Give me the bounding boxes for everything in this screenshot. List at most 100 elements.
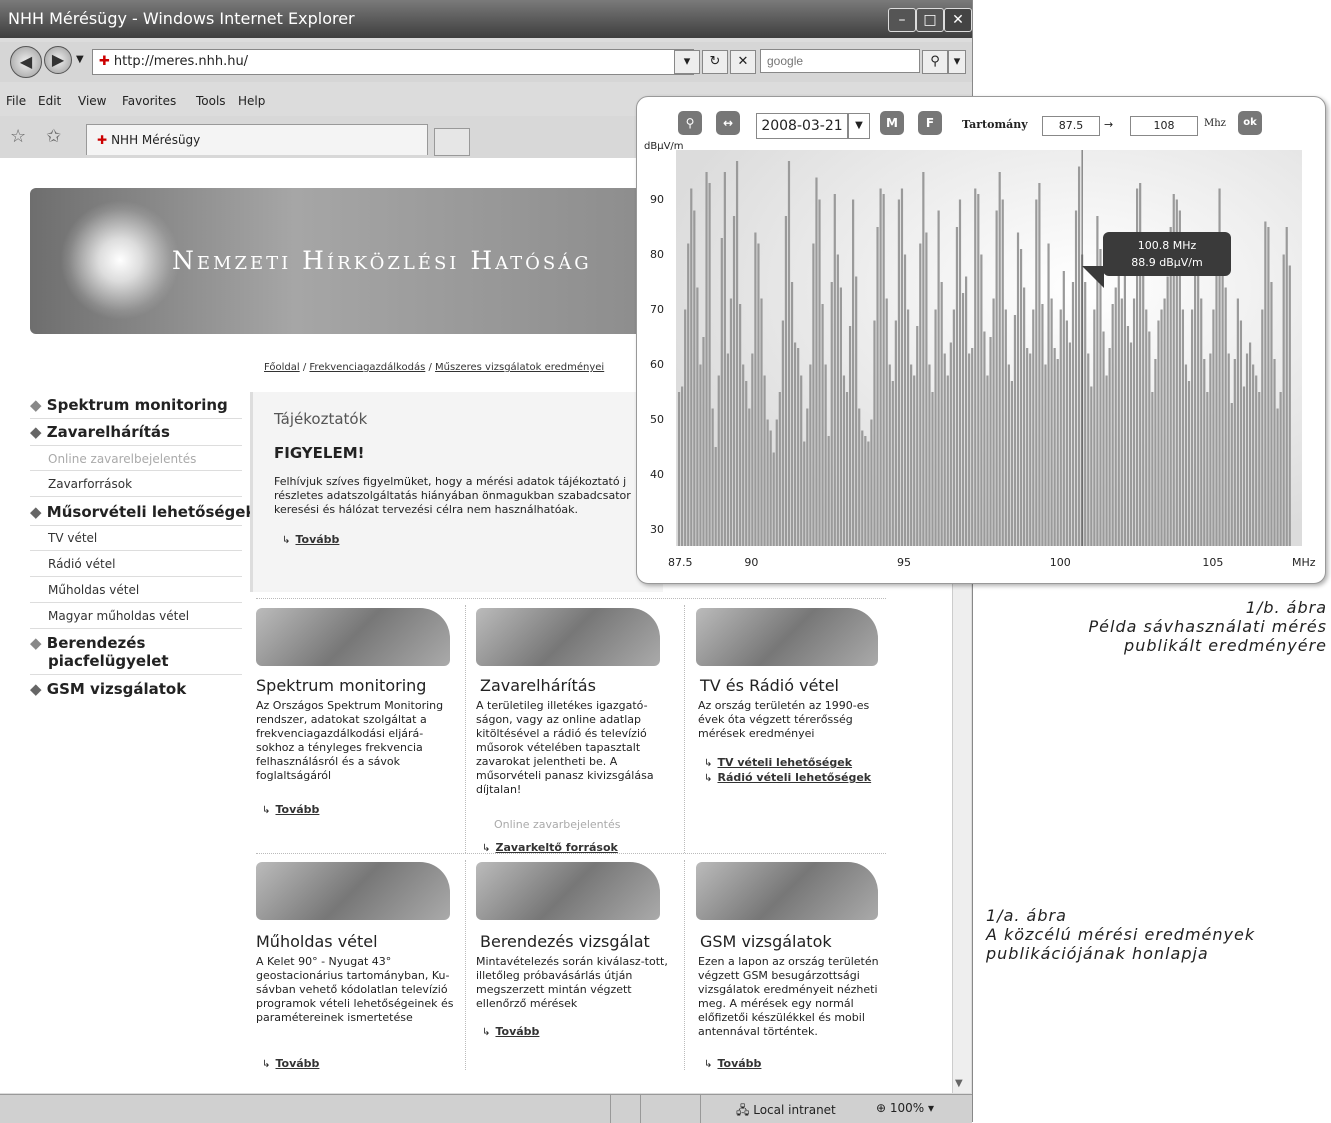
menu-tools[interactable]: Tools: [196, 94, 226, 108]
stop-button[interactable]: ✕: [730, 50, 756, 74]
spectrum-bar[interactable]: [910, 364, 913, 547]
spectrum-bar[interactable]: [739, 304, 742, 546]
tab-nhh-meresugy[interactable]: ✚ NHH Mérésügy: [86, 124, 428, 155]
scroll-down-icon[interactable]: ▼: [955, 1078, 963, 1089]
spectrum-bar[interactable]: [784, 216, 788, 546]
spectrum-bar[interactable]: [1013, 315, 1017, 546]
spectrum-bar[interactable]: [1230, 403, 1233, 546]
address-dropdown-icon[interactable]: ▾: [674, 50, 700, 74]
spectrum-bar[interactable]: [1102, 331, 1105, 547]
spectrum-bar[interactable]: [906, 309, 910, 547]
spectrum-bar[interactable]: [1062, 271, 1065, 546]
spectrum-bar[interactable]: [842, 375, 846, 547]
new-tab-button[interactable]: [434, 128, 470, 156]
sidebar-item-zavarelharitas[interactable]: ◆ Zavarelhárítás: [30, 423, 170, 441]
spectrum-bar[interactable]: [772, 452, 775, 547]
spectrum-bar[interactable]: [940, 282, 943, 546]
spectrum-bar[interactable]: [845, 392, 849, 546]
spectrum-bar[interactable]: [836, 254, 839, 547]
spectrum-bar[interactable]: [1206, 392, 1209, 546]
spectrum-bar[interactable]: [1074, 210, 1078, 547]
spectrum-bar[interactable]: [821, 304, 824, 546]
spectrum-bar[interactable]: [922, 172, 925, 546]
spectrum-bar[interactable]: [824, 364, 827, 547]
address-bar[interactable]: ✚ http://meres.nhh.hu/: [92, 49, 694, 75]
spectrum-bar[interactable]: [809, 364, 812, 547]
spectrum-bar[interactable]: [1001, 199, 1004, 547]
spectrum-bar[interactable]: [1126, 326, 1130, 546]
spectrum-bar[interactable]: [757, 243, 760, 547]
spectrum-bar[interactable]: [1252, 364, 1255, 547]
card-title-muholdas[interactable]: Műholdas vétel: [256, 932, 378, 951]
spectrum-bar[interactable]: [1145, 309, 1148, 547]
spectrum-bar[interactable]: [971, 348, 974, 546]
spectrum-bar[interactable]: [1239, 320, 1243, 547]
sidebar-item-magyar-muholdas[interactable]: Magyar műholdas vétel: [48, 609, 189, 623]
ok-button[interactable]: ok: [1238, 111, 1262, 135]
spectrum-bar[interactable]: [699, 364, 702, 547]
spectrum-bar[interactable]: [690, 188, 693, 547]
menu-favorites[interactable]: Favorites: [122, 94, 176, 108]
spectrum-bar[interactable]: [1270, 282, 1273, 546]
spectrum-bar[interactable]: [961, 293, 965, 546]
spectrum-bar[interactable]: [1197, 254, 1200, 547]
card-link-spektrum[interactable]: ↳ Tovább: [262, 798, 319, 817]
spectrum-bar[interactable]: [714, 447, 717, 546]
spectrum-bar[interactable]: [717, 375, 720, 547]
spectrum-bar[interactable]: [766, 419, 769, 547]
spectrum-bar[interactable]: [1264, 221, 1267, 547]
spectrum-bar[interactable]: [1215, 254, 1218, 547]
spectrum-bar[interactable]: [1010, 381, 1013, 546]
spectrum-bar[interactable]: [760, 298, 763, 547]
spectrum-bar[interactable]: [781, 320, 784, 547]
date-field[interactable]: 2008-03-21: [756, 113, 848, 139]
spectrum-bar[interactable]: [903, 254, 907, 547]
spectrum-bar[interactable]: [1276, 408, 1279, 547]
spectrum-bar[interactable]: [1087, 353, 1090, 547]
spectrum-bar[interactable]: [1224, 287, 1227, 547]
spectrum-bar[interactable]: [1065, 320, 1068, 547]
spectrum-bar[interactable]: [1236, 298, 1239, 547]
spectrum-bar[interactable]: [745, 381, 748, 546]
spectrum-bar[interactable]: [1050, 298, 1053, 547]
sidebar-item-zavarforrasok[interactable]: Zavarforrások: [48, 477, 132, 491]
spectrum-bar[interactable]: [1157, 320, 1160, 547]
spectrum-bar[interactable]: [803, 441, 806, 547]
spectrum-bar[interactable]: [787, 161, 791, 546]
spectrum-bar[interactable]: [806, 408, 809, 547]
spectrum-bar[interactable]: [1023, 287, 1026, 547]
spectrum-bar[interactable]: [1111, 304, 1114, 546]
spectrum-bar[interactable]: [1068, 342, 1072, 547]
spectrum-bar[interactable]: [949, 342, 952, 547]
sidebar-item-radio-vetel[interactable]: Rádió vétel: [48, 557, 115, 571]
add-favorite-icon[interactable]: ✩: [46, 126, 61, 147]
spectrum-bar[interactable]: [1209, 353, 1212, 547]
spectrum-bar[interactable]: [833, 194, 836, 546]
spectrum-bar[interactable]: [900, 188, 904, 547]
search-icon[interactable]: ⚲: [922, 50, 948, 74]
spectrum-bar[interactable]: [897, 199, 901, 547]
spectrum-bar[interactable]: [742, 364, 745, 547]
spectrum-bar[interactable]: [1160, 309, 1163, 547]
spectrum-bar[interactable]: [968, 353, 971, 547]
spectrum-bar[interactable]: [1273, 359, 1276, 546]
card-muted-link-online[interactable]: Online zavarbejelentés: [494, 818, 620, 832]
spectrum-bar[interactable]: [995, 210, 998, 547]
spectrum-bar[interactable]: [778, 392, 781, 546]
spectrum-bar[interactable]: [1038, 183, 1041, 546]
sidebar-item-online-zavar[interactable]: Online zavarelbejelentés: [48, 452, 196, 466]
spectrum-bar[interactable]: [919, 243, 922, 547]
spectrum-bar[interactable]: [1190, 309, 1194, 547]
spectrum-bar[interactable]: [754, 232, 757, 547]
spectrum-bar[interactable]: [818, 199, 821, 547]
spectrum-bar[interactable]: [858, 408, 861, 547]
spectrum-bar[interactable]: [1084, 282, 1087, 546]
spectrum-bar[interactable]: [974, 188, 977, 547]
spectrum-bar[interactable]: [913, 375, 916, 547]
spectrum-bar[interactable]: [1267, 227, 1270, 546]
menu-help[interactable]: Help: [238, 94, 265, 108]
spectrum-bar[interactable]: [1041, 304, 1044, 546]
breadcrumb-frekvencia[interactable]: Frekvenciagazdálkodás: [309, 362, 425, 373]
spectrum-bar[interactable]: [1242, 386, 1246, 547]
spectrum-bar[interactable]: [1279, 392, 1282, 546]
